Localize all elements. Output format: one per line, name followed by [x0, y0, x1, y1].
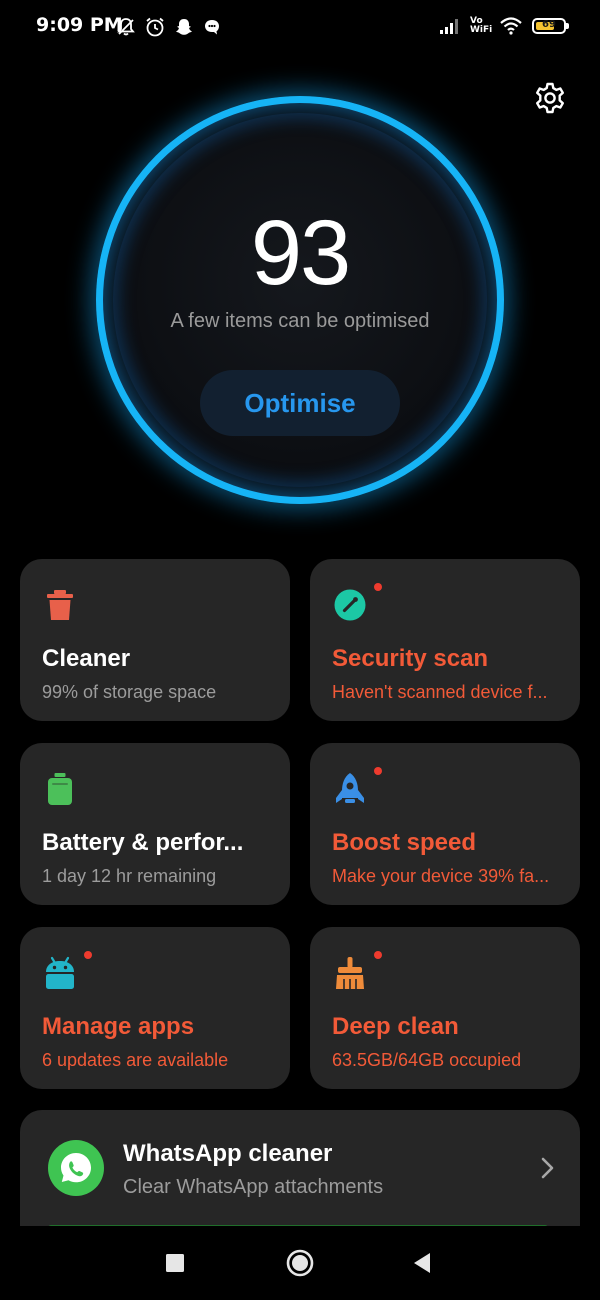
recents-square-icon[interactable]: [160, 1248, 190, 1278]
android-icon: [46, 956, 74, 989]
bell-muted-icon: [117, 18, 135, 36]
notification-dot: [374, 951, 382, 959]
vowifi-icon: Vo WiFi: [470, 17, 493, 35]
tile-title: Deep clean: [332, 1013, 459, 1040]
navigation-bar: [0, 1226, 600, 1300]
notification-dot: [84, 951, 92, 959]
tile-manage-apps[interactable]: Manage apps 6 updates are available: [20, 927, 290, 1089]
settings-button[interactable]: [532, 80, 568, 116]
tile-title: Cleaner: [42, 645, 131, 672]
gear-icon: [536, 82, 564, 114]
tile-battery-performance[interactable]: Battery & perfor... 1 day 12 hr remainin…: [20, 743, 290, 905]
tile-title: Security scan: [332, 645, 489, 672]
tile-deep-clean[interactable]: Deep clean 63.5GB/64GB occupied: [310, 927, 580, 1089]
alarm-icon: [146, 17, 164, 37]
battery-icon: 69: [532, 18, 569, 34]
tile-security-scan[interactable]: Security scan Haven't scanned device f..…: [310, 559, 580, 721]
tile-title: Battery & perfor...: [42, 829, 244, 856]
status-icons-right: Vo WiFi 69: [439, 16, 569, 36]
tile-subtitle: 63.5GB/64GB occupied: [332, 1050, 522, 1070]
notification-dot: [374, 767, 382, 775]
status-icons-left: [116, 16, 222, 38]
tile-subtitle: 6 updates are available: [42, 1050, 229, 1070]
battery-level: 69: [542, 19, 556, 30]
security-scan-icon: [334, 589, 366, 621]
tile-boost-speed[interactable]: Boost speed Make your device 39% fa...: [310, 743, 580, 905]
wifi-icon: [500, 17, 522, 35]
status-time: 9:09 PM: [36, 14, 123, 36]
optimise-button[interactable]: Optimise: [200, 370, 400, 436]
home-circle-icon[interactable]: [285, 1248, 315, 1278]
whatsapp-cleaner-card[interactable]: WhatsApp cleaner Clear WhatsApp attachme…: [20, 1110, 580, 1240]
battery-tile-icon: [48, 773, 72, 805]
status-bar: 9:09 PM Vo WiFi 69: [0, 0, 600, 56]
trash-icon: [47, 590, 73, 620]
whatsapp-cleaner-title: WhatsApp cleaner: [123, 1140, 333, 1167]
tile-cleaner[interactable]: Cleaner 99% of storage space: [20, 559, 290, 721]
score-value: 93: [250, 202, 351, 304]
notification-dot: [374, 583, 382, 591]
whatsapp-cleaner-subtitle: Clear WhatsApp attachments: [123, 1176, 384, 1198]
rocket-icon: [336, 773, 364, 803]
back-triangle-icon[interactable]: [408, 1248, 438, 1278]
chat-bubble-icon: [205, 20, 219, 35]
tile-title: Manage apps: [42, 1013, 195, 1040]
vowifi-label-bottom: WiFi: [470, 25, 493, 35]
battery-tip: [566, 23, 569, 29]
tile-subtitle: Haven't scanned device f...: [332, 682, 548, 702]
broom-icon: [336, 957, 364, 989]
tile-subtitle: 1 day 12 hr remaining: [42, 866, 217, 886]
tile-title: Boost speed: [332, 829, 477, 856]
tile-subtitle: 99% of storage space: [42, 682, 217, 702]
tile-subtitle: Make your device 39% fa...: [332, 866, 550, 886]
chevron-right-icon: [541, 1157, 554, 1179]
score-caption: A few items can be optimised: [170, 310, 430, 332]
snapchat-icon: [176, 19, 192, 35]
signal-icon: [440, 19, 458, 34]
whatsapp-icon: [48, 1140, 104, 1196]
